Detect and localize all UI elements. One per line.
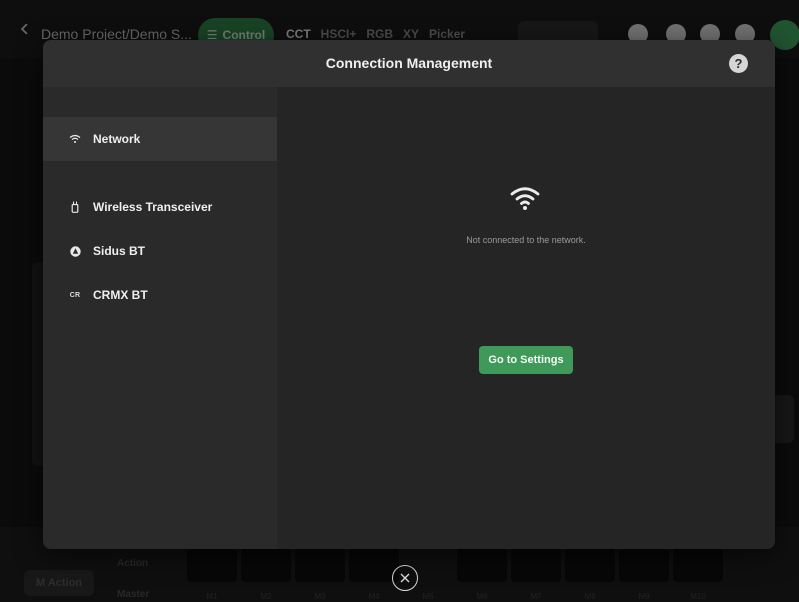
sidebar-item-label: Wireless Transceiver: [93, 200, 213, 214]
go-to-settings-button[interactable]: Go to Settings: [479, 346, 573, 374]
wifi-icon: [68, 132, 82, 146]
modal-header: Connection Management ?: [43, 40, 775, 87]
help-icon[interactable]: ?: [729, 54, 748, 73]
crmx-icon-text: CR: [69, 291, 81, 299]
sidebar-item-crmx-bt[interactable]: CR CRMX BT: [43, 273, 277, 317]
sidebar-item-label: CRMX BT: [93, 288, 148, 302]
close-icon: [400, 573, 410, 583]
sidus-bt-icon: [68, 244, 82, 258]
connection-sidebar: Network Wireless Transceiver Sidus BT CR…: [43, 87, 277, 549]
network-content-panel: Not connected to the network. Go to Sett…: [277, 87, 775, 549]
sidebar-item-wireless-transceiver[interactable]: Wireless Transceiver: [43, 185, 277, 229]
connection-management-modal: Connection Management ? Network Wireless…: [43, 40, 775, 549]
wifi-icon: [510, 187, 540, 210]
crmx-icon: CR: [68, 288, 82, 302]
modal-title: Connection Management: [325, 55, 493, 71]
sidebar-item-network[interactable]: Network: [43, 117, 277, 161]
close-modal-button[interactable]: [392, 565, 418, 591]
sidebar-item-sidus-bt[interactable]: Sidus BT: [43, 229, 277, 273]
network-status-text: Not connected to the network.: [466, 235, 586, 245]
sidebar-item-label: Sidus BT: [93, 244, 146, 258]
transceiver-icon: [68, 200, 82, 214]
sidebar-item-label: Network: [93, 132, 141, 146]
